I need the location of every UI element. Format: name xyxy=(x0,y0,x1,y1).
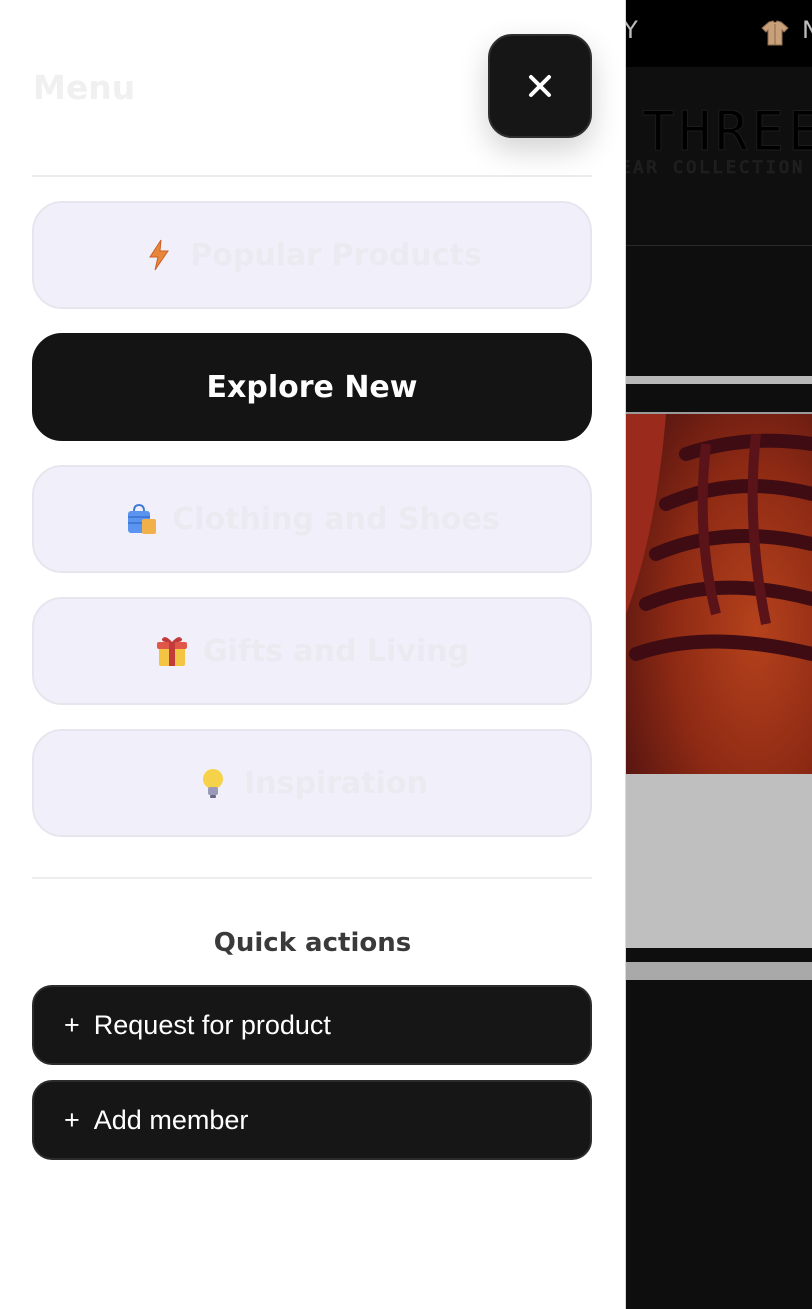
background-topbar-text-2: N xyxy=(802,16,812,44)
nav-item-label: Gifts and Living xyxy=(202,633,470,669)
background-hero-image xyxy=(626,414,812,774)
nav-item-gifts-and-living[interactable]: Gifts and Living xyxy=(32,597,592,705)
menu-title: Menu xyxy=(33,68,136,107)
nav-item-clothing-and-shoes[interactable]: Clothing and Shoes xyxy=(32,465,592,573)
nav-item-label: Explore New xyxy=(206,369,418,405)
plus-icon: + xyxy=(64,1104,80,1135)
nav-item-explore-new[interactable]: Explore New xyxy=(32,333,592,441)
add-member-button[interactable]: + Add member xyxy=(32,1080,592,1160)
nav-item-inspiration[interactable]: Inspiration xyxy=(32,729,592,837)
close-menu-button[interactable] xyxy=(488,34,592,138)
menu-drawer: Menu Popular Products Explore New Clothi… xyxy=(0,0,626,1309)
nav-item-label: Inspiration xyxy=(244,765,428,801)
quick-action-label: Add member xyxy=(93,1104,249,1135)
light-bulb-icon xyxy=(203,769,224,798)
quick-action-label: Request for product xyxy=(93,1009,331,1040)
gift-icon xyxy=(156,637,187,666)
background-brand-subtitle: EAR COLLECTION xyxy=(620,158,806,179)
menu-divider xyxy=(32,175,592,177)
menu-divider xyxy=(32,877,592,879)
request-for-product-button[interactable]: + Request for product xyxy=(32,985,592,1065)
nav-item-label: Popular Products xyxy=(190,237,482,273)
nav-item-label: Clothing and Shoes xyxy=(172,501,500,537)
shirt-icon xyxy=(761,20,789,46)
close-icon xyxy=(529,75,551,97)
quick-actions-title: Quick actions xyxy=(213,928,412,958)
shopping-bag-icon xyxy=(128,503,157,534)
plus-icon: + xyxy=(64,1009,80,1040)
lightning-icon xyxy=(149,239,170,271)
nav-item-popular-products[interactable]: Popular Products xyxy=(32,201,592,309)
background-brand-logo: THREE xyxy=(642,100,812,164)
